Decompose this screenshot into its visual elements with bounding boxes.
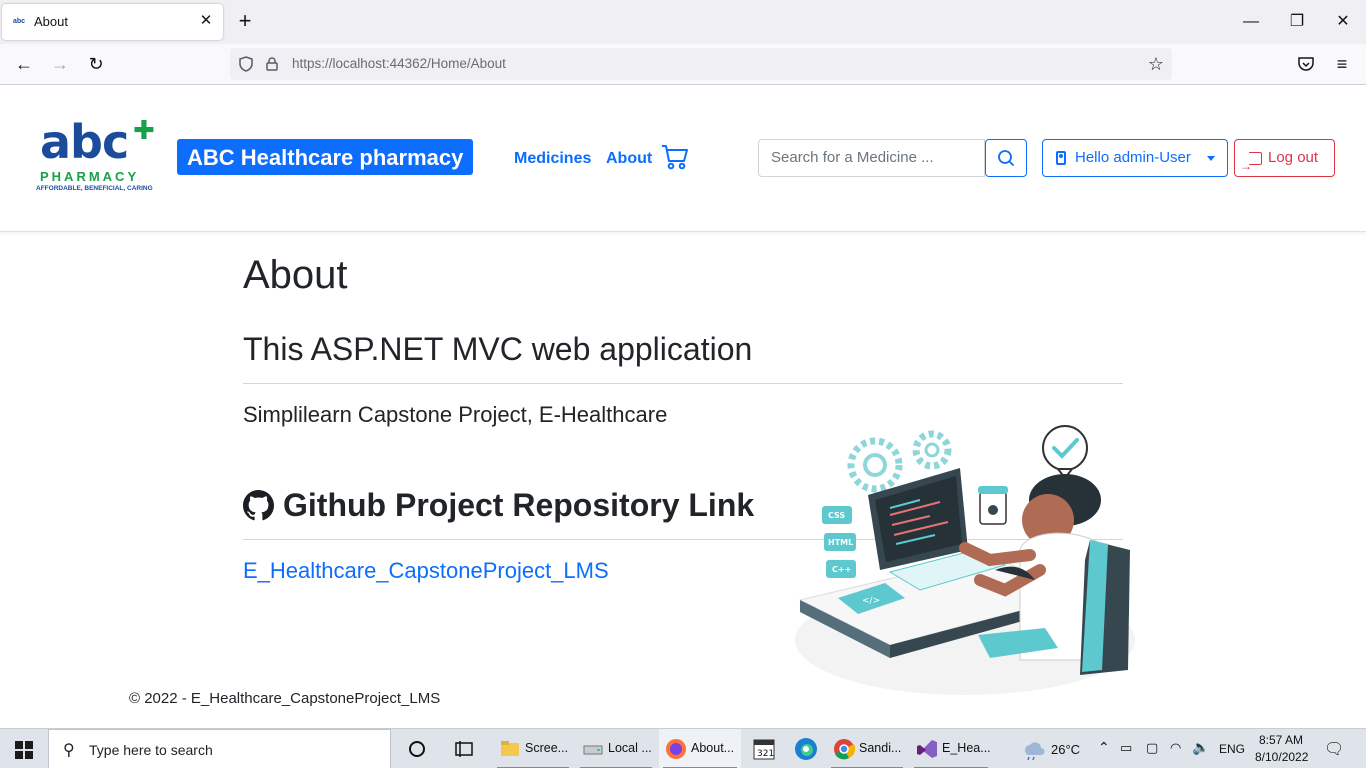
logo-subtitle: PHARMACY [40,169,140,184]
forward-icon[interactable]: → [48,52,72,76]
taskbar-app-label: Local ... [608,741,652,755]
html-label: HTML [828,538,853,547]
footer-copyright: © 2022 - E_Healthcare_CapstoneProject_LM… [129,690,441,707]
nav-medicines[interactable]: Medicines [514,150,591,168]
visual-studio-icon [917,740,937,758]
task-view-icon[interactable] [452,737,476,761]
address-bar[interactable]: https://localhost:44362/Home/About ☆ [230,48,1172,80]
windows-start-icon[interactable] [15,741,33,759]
svg-text:</>: </> [862,596,880,606]
url-host: https://localhost [292,56,386,71]
device-icon[interactable]: ▢ [1146,740,1158,756]
page-title: About [243,253,348,297]
logout-icon [1240,148,1262,184]
shield-icon[interactable] [238,56,254,72]
minimize-icon[interactable]: — [1239,10,1263,34]
pocket-icon[interactable] [1294,52,1318,76]
browser-tab-bar: abc About ✕ + — ❐ ✕ [0,0,1366,44]
chevron-down-icon [1207,156,1215,161]
volume-icon[interactable]: 🔈 [1192,739,1209,756]
url-path: :44362/Home/About [385,56,506,71]
repository-link[interactable]: E_Healthcare_CapstoneProject_LMS [243,558,609,584]
user-dropdown-button[interactable]: Hello admin-User [1042,139,1228,177]
logo-text: abc [40,115,129,169]
brand-link[interactable]: ABC Healthcare pharmacy [177,139,474,175]
wifi-icon[interactable]: ◠ [1170,740,1181,756]
cart-icon[interactable] [661,143,689,171]
clock-time[interactable]: 8:57 AM [1259,733,1303,747]
browser-tab-about[interactable]: abc About ✕ [2,4,223,40]
svg-text:321: 321 [757,749,774,759]
pharmacy-logo[interactable]: abc ✚ PHARMACY AFFORDABLE, BENEFICIAL, C… [36,117,158,197]
app-heading: This ASP.NET MVC web application [243,331,753,367]
github-heading: Github Project Repository Link [243,487,754,524]
clock-date[interactable]: 8/10/2022 [1255,750,1308,764]
search-icon [998,150,1014,166]
taskbar-app-label: Scree... [525,741,569,755]
medical-cross-icon: ✚ [133,115,155,145]
close-window-icon[interactable]: ✕ [1331,10,1355,34]
reload-icon[interactable]: ↻ [84,52,108,76]
taskbar-search-box[interactable]: ⚲ Type here to search [48,729,391,768]
menu-icon[interactable]: ≡ [1330,52,1354,76]
user-badge-icon [1056,151,1066,165]
folder-icon [501,741,519,756]
new-tab-icon[interactable]: + [234,10,256,32]
taskbar-app-label: About... [691,741,735,755]
github-heading-text: Github Project Repository Link [283,487,755,523]
site-header: abc ✚ PHARMACY AFFORDABLE, BENEFICIAL, C… [0,85,1366,232]
battery-icon[interactable]: ▭ [1120,740,1132,756]
url-text[interactable]: https://localhost:44362/Home/About [292,56,506,71]
browser-toolbar: ← → ↻ https://localhost:44362/Home/About… [0,44,1366,85]
close-tab-icon[interactable]: ✕ [197,12,215,30]
search-button[interactable] [985,139,1027,177]
tab-title: About [34,14,68,29]
drive-icon [583,745,603,755]
windows-taskbar: ⚲ Type here to search Scree... Local ...… [0,728,1366,768]
bookmark-star-icon[interactable]: ☆ [1148,54,1164,75]
chrome-icon [834,739,855,760]
cortana-icon[interactable] [405,737,429,761]
edge-icon[interactable] [794,737,818,761]
developer-illustration: CSS HTML C++ </> [790,420,1150,700]
back-icon[interactable]: ← [12,52,36,76]
language-indicator[interactable]: ENG [1219,742,1245,756]
user-button-label: Hello admin-User [1075,149,1191,166]
css-label: CSS [828,511,845,520]
restore-icon[interactable]: ❐ [1285,10,1309,34]
taskbar-app-label: Sandi... [859,741,902,755]
taskbar-app-firefox[interactable]: About... [659,729,741,768]
firefox-icon [666,739,686,759]
taskbar-search-placeholder: Type here to search [89,742,213,758]
notifications-icon[interactable]: 🗨 [1324,739,1344,759]
lock-icon[interactable] [264,56,280,72]
search-icon: ⚲ [63,742,75,759]
logout-label: Log out [1268,149,1319,166]
taskbar-app-label: E_Hea... [942,741,991,755]
calendar-app-icon[interactable]: 321 [752,737,776,761]
taskbar-app-chrome[interactable]: Sandi... [827,729,907,768]
weather-temperature[interactable]: 26°C [1051,742,1080,757]
divider [243,383,1123,384]
cpp-label: C++ [832,565,851,574]
taskbar-app-visual-studio[interactable]: E_Hea... [910,729,992,768]
taskbar-app-drive[interactable]: Local ... [576,729,656,768]
logout-button[interactable]: Log out [1234,139,1335,184]
nav-about[interactable]: About [606,150,652,168]
project-description: Simplilearn Capstone Project, E-Healthca… [243,402,668,427]
taskbar-app-explorer[interactable]: Scree... [493,729,573,768]
medicine-search-input[interactable]: Search for a Medicine ... [758,139,985,177]
logo-tagline: AFFORDABLE, BENEFICIAL, CARING [36,185,153,192]
chevron-up-icon[interactable]: ⌃ [1098,739,1110,756]
weather-icon[interactable] [1021,737,1045,761]
tab-favicon-icon: abc [13,18,26,25]
